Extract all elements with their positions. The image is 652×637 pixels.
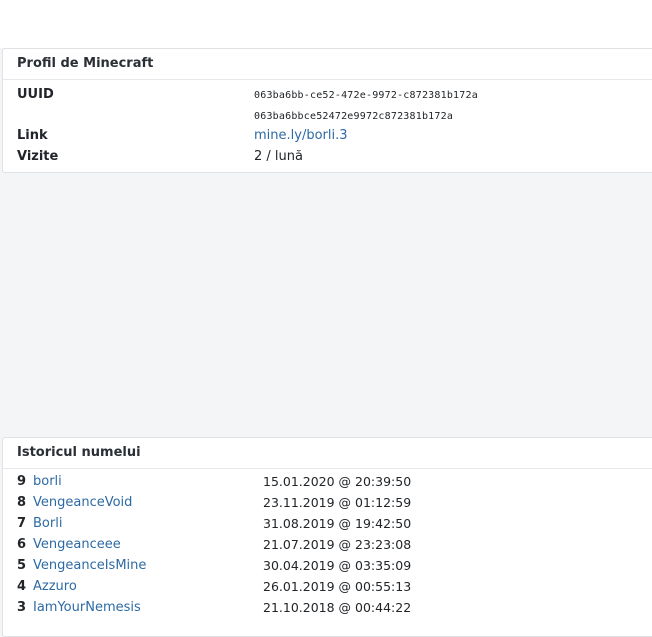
uuid-dashed-value[interactable]: 063ba6bb-ce52-472e-9972-c872381b172a xyxy=(254,90,478,101)
history-row: 8 VengeanceVoid 23.11.2019 @ 01:12:59 xyxy=(17,495,637,516)
history-row-name-link[interactable]: Vengeanceee xyxy=(33,537,121,552)
history-row-date: 21.07.2019 @ 23:23:08 xyxy=(263,537,412,552)
history-row: 9 borli 15.01.2020 @ 20:39:50 xyxy=(17,474,637,495)
history-row-number: 3 xyxy=(17,600,27,615)
history-row-number: 6 xyxy=(17,537,27,552)
history-row-date: 26.01.2019 @ 00:55:13 xyxy=(263,579,412,594)
name-history-card: Istoricul numelui 9 borli 15.01.2020 @ 20:… xyxy=(2,437,652,637)
uuid-plain-value[interactable]: 063ba6bbce52472e9972c872381b172a xyxy=(254,111,453,122)
history-row-name-link[interactable]: IamYourNemesis xyxy=(33,600,141,615)
history-row: 4 Azzuro 26.01.2019 @ 00:55:13 xyxy=(17,579,637,600)
history-row-number: 8 xyxy=(17,495,27,510)
link-label: Link xyxy=(17,128,48,143)
history-row-date: 30.04.2019 @ 03:35:09 xyxy=(263,558,412,573)
history-row: 3 IamYourNemesis 21.10.2018 @ 00:44:22 xyxy=(17,600,637,621)
minecraft-profile-card: Profil de Minecraft UUID 063ba6bb-ce52-4… xyxy=(2,48,652,173)
history-row-name-link[interactable]: VengeanceIsMine xyxy=(33,558,146,573)
history-row-number: 9 xyxy=(17,474,27,489)
history-row-name-link[interactable]: Borli xyxy=(33,516,62,531)
history-row-name-link[interactable]: Azzuro xyxy=(33,579,77,594)
history-row-date: 31.08.2019 @ 19:42:50 xyxy=(263,516,412,531)
history-row-date: 21.10.2018 @ 00:44:22 xyxy=(263,600,412,615)
history-row-name-link[interactable]: VengeanceVoid xyxy=(33,495,132,510)
top-blank-area xyxy=(0,0,652,48)
profile-link[interactable]: mine.ly/borli.3 xyxy=(254,128,348,143)
history-row: 6 Vengeanceee 21.07.2019 @ 23:23:08 xyxy=(17,537,637,558)
history-row-date: 23.11.2019 @ 01:12:59 xyxy=(263,495,412,510)
history-card-title: Istoricul numelui xyxy=(3,438,652,469)
uuid-label: UUID xyxy=(17,87,54,102)
history-row: 7 Borli 31.08.2019 @ 19:42:50 xyxy=(17,516,637,537)
history-row-number: 5 xyxy=(17,558,27,573)
visits-label: Vizite xyxy=(17,149,59,164)
history-row-number: 4 xyxy=(17,579,27,594)
history-row: 5 VengeanceIsMine 30.04.2019 @ 03:35:09 xyxy=(17,558,637,579)
history-row-date: 15.01.2020 @ 20:39:50 xyxy=(263,474,412,489)
history-row-number: 7 xyxy=(17,516,27,531)
history-row-name-link[interactable]: borli xyxy=(33,474,62,489)
visits-value: 2 / lună xyxy=(254,149,303,164)
profile-card-title: Profil de Minecraft xyxy=(3,49,652,80)
